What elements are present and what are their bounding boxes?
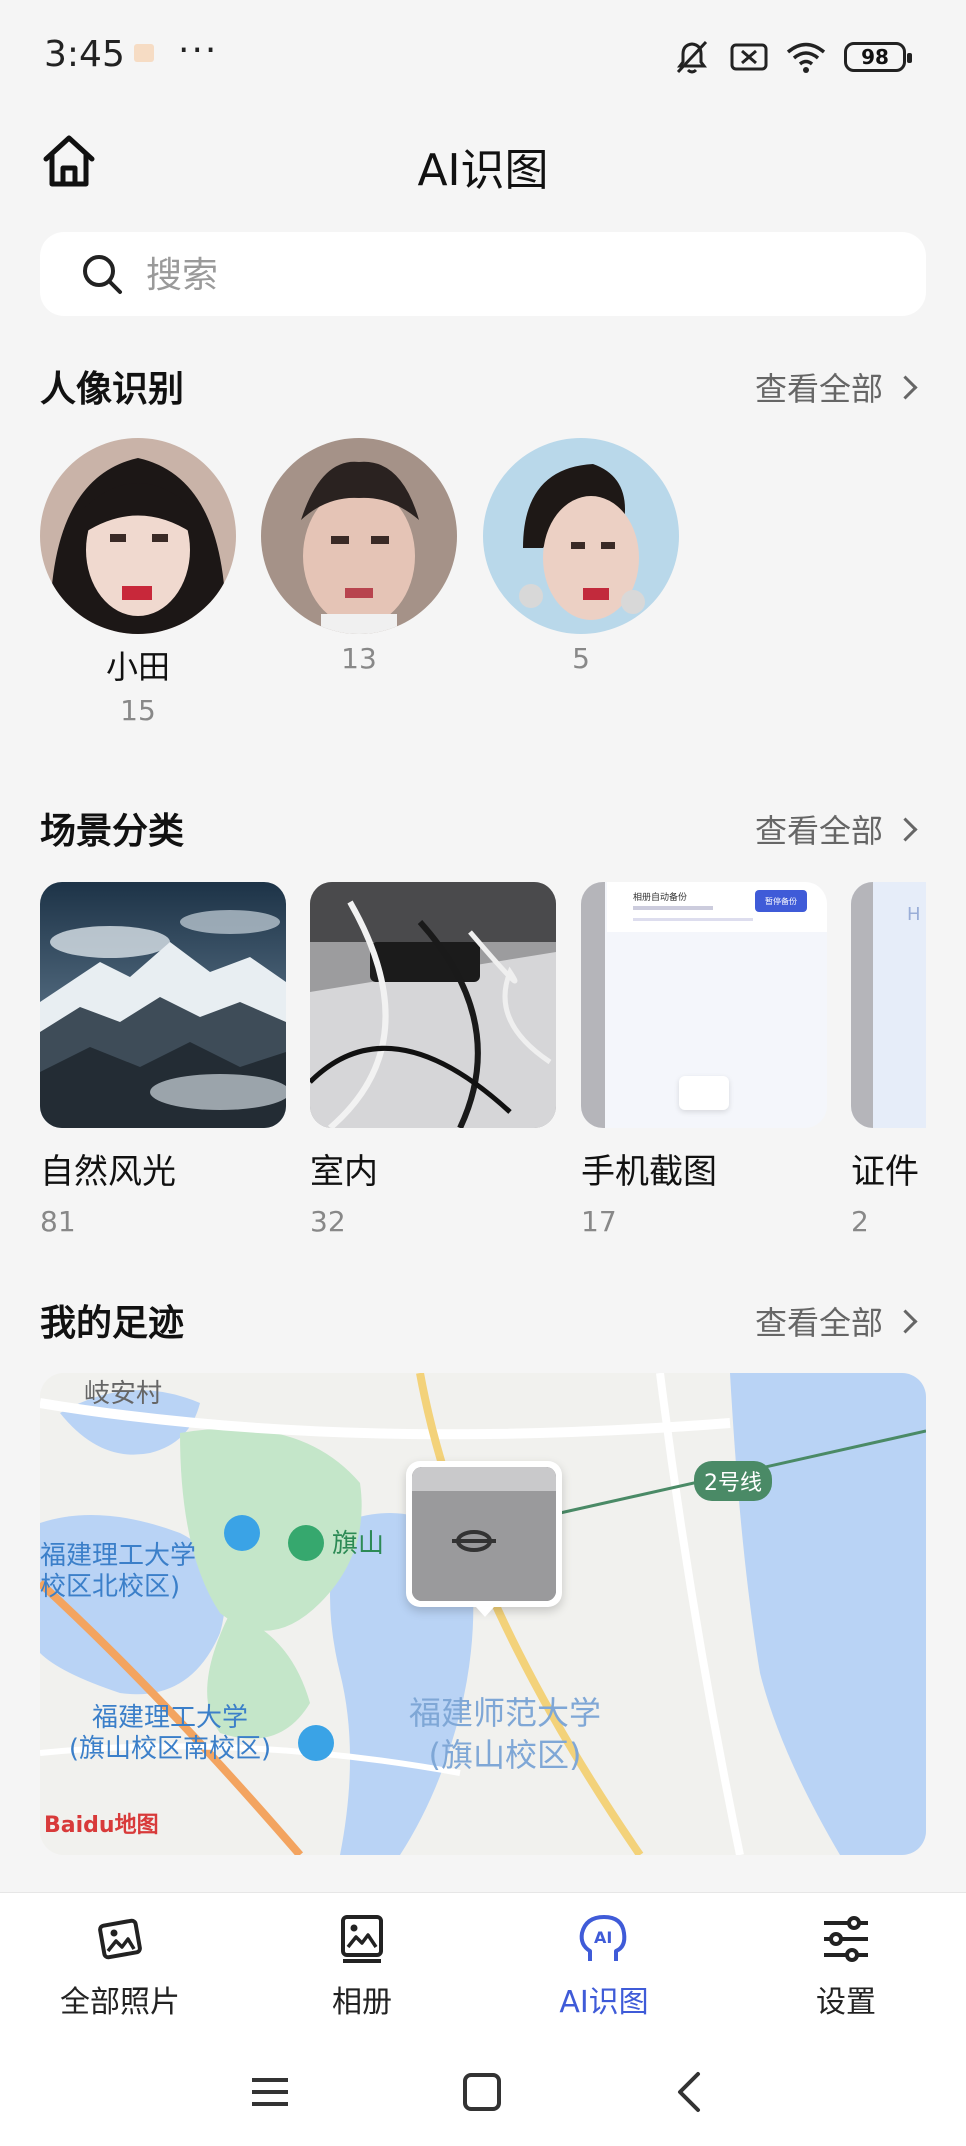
portrait-section-title: 人像识别 xyxy=(40,369,185,410)
scene-count: 2 xyxy=(851,1205,869,1238)
svg-text:AI: AI xyxy=(594,1928,612,1947)
baidu-map-logo: Baidu地图 xyxy=(44,1813,159,1838)
map-label-line: 福建理工大学 xyxy=(91,1703,248,1733)
scene-thumbnail: 相册自动备份 暂停备份 xyxy=(581,882,827,1128)
map-label-line: (旗山校区) xyxy=(428,1735,582,1774)
tab-label: 全部照片 xyxy=(60,1985,180,2020)
map-label-qishan: 旗山 xyxy=(332,1529,385,1559)
chevron-right-icon xyxy=(893,374,918,400)
status-icons: 98 xyxy=(672,38,912,76)
scene-thumbnail: H xyxy=(851,882,926,1128)
album-icon xyxy=(341,1915,383,1963)
person-card[interactable]: 小田 15 xyxy=(40,438,236,727)
photos-icon xyxy=(98,1918,142,1960)
chevron-right-icon xyxy=(893,816,918,842)
avatar xyxy=(40,438,236,634)
scene-card-id[interactable]: H 证件 2 xyxy=(851,882,926,1238)
scene-view-all-button[interactable]: 查看全部 xyxy=(754,806,918,852)
chevron-right-icon xyxy=(893,1308,918,1334)
map-label-line: 校区北校区) xyxy=(40,1572,181,1603)
page-title: AI识图 xyxy=(417,145,549,196)
search-input[interactable] xyxy=(144,246,888,304)
person-name: 小田 xyxy=(105,648,170,686)
search-icon xyxy=(83,255,122,294)
tab-label: AI识图 xyxy=(559,1985,649,2020)
person-photo-count: 13 xyxy=(341,642,377,675)
thumbnail-title: 相册自动备份 xyxy=(633,893,688,903)
map-label-line: (旗山校区南校区) xyxy=(68,1734,272,1765)
scene-card-nature[interactable]: 自然风光 81 xyxy=(40,882,286,1238)
map-label-fjut-south: 福建理工大学 (旗山校区南校区) xyxy=(40,1703,300,1765)
view-all-label: 查看全部 xyxy=(754,370,883,408)
scene-name: 室内 xyxy=(310,1152,378,1192)
notification-book-icon xyxy=(134,44,154,62)
map-label-line: 福建师范大学 xyxy=(408,1694,601,1732)
scene-name: 自然风光 xyxy=(40,1152,176,1192)
footprint-map[interactable]: 岐安村 2号线 旗山 福建理工大学 校区北校区) 福建理工大学 (旗山校区南校区… xyxy=(40,1373,926,1855)
map-label-village: 岐安村 xyxy=(84,1379,163,1409)
tab-label: 相册 xyxy=(332,1985,392,2020)
person-card[interactable]: 5 xyxy=(483,438,679,675)
map-label-line: 福建理工大学 xyxy=(40,1541,197,1571)
map-label-metro: 2号线 xyxy=(694,1461,772,1501)
back-icon[interactable] xyxy=(668,2070,712,2114)
tab-ai-recognition[interactable]: AI AI识图 xyxy=(504,1911,704,2021)
person-photo-count: 5 xyxy=(572,642,590,675)
status-time: 3:45 xyxy=(44,34,125,75)
scene-count: 81 xyxy=(40,1205,76,1238)
map-label-fjut-north: 福建理工大学 校区北校区) xyxy=(40,1541,196,1603)
menu-icon[interactable] xyxy=(248,2070,292,2114)
home-square-icon[interactable] xyxy=(460,2070,504,2114)
person-card[interactable]: 13 xyxy=(261,438,457,675)
scene-card-screenshot[interactable]: 相册自动备份 暂停备份 手机截图 17 xyxy=(581,882,827,1238)
header: AI识图 xyxy=(0,120,966,200)
map-photo-thumbnail xyxy=(412,1467,556,1601)
scene-name: 手机截图 xyxy=(581,1152,717,1192)
scene-section-title: 场景分类 xyxy=(40,811,185,852)
mute-bell-icon xyxy=(676,40,708,74)
battery-icon: 98 xyxy=(844,42,912,72)
scene-thumbnail xyxy=(40,882,286,1128)
tab-label: 设置 xyxy=(816,1985,876,2020)
search-bar[interactable] xyxy=(40,232,926,316)
footprint-section-title: 我的足迹 xyxy=(40,1303,185,1344)
ai-head-icon: AI xyxy=(579,1915,627,1961)
footprint-view-all-button[interactable]: 查看全部 xyxy=(754,1298,918,1344)
avatar xyxy=(483,438,679,634)
view-all-label: 查看全部 xyxy=(754,1304,883,1342)
scene-card-indoor[interactable]: 室内 32 xyxy=(310,882,556,1238)
bottom-tab-bar: 全部照片 相册 AI AI识图 设置 xyxy=(0,1892,966,2033)
scene-name: 证件 xyxy=(851,1152,919,1192)
settings-sliders-icon xyxy=(824,1916,868,1962)
scene-count: 17 xyxy=(581,1205,617,1238)
map-pin-pointer xyxy=(476,1607,494,1617)
portrait-view-all-button[interactable]: 查看全部 xyxy=(754,364,918,410)
view-all-label: 查看全部 xyxy=(754,812,883,850)
map-photo-pin[interactable] xyxy=(406,1461,562,1607)
tab-settings[interactable]: 设置 xyxy=(746,1911,946,2021)
tab-all-photos[interactable]: 全部照片 xyxy=(20,1911,220,2021)
person-photo-count: 15 xyxy=(120,694,156,727)
map-label-fjnu: 福建师范大学 (旗山校区) xyxy=(380,1693,630,1776)
thumbnail-button: 暂停备份 xyxy=(755,890,807,912)
status-bar: 3:45 ··· 98 xyxy=(0,0,966,110)
wifi-icon xyxy=(786,42,826,73)
no-sim-icon xyxy=(730,43,768,71)
tab-albums[interactable]: 相册 xyxy=(262,1911,462,2021)
battery-level: 98 xyxy=(861,45,889,69)
avatar xyxy=(261,438,457,634)
scene-count: 32 xyxy=(310,1205,346,1238)
system-nav-bar xyxy=(0,2032,966,2146)
more-notifications-icon: ··· xyxy=(178,30,219,71)
scene-thumbnail xyxy=(310,882,556,1128)
